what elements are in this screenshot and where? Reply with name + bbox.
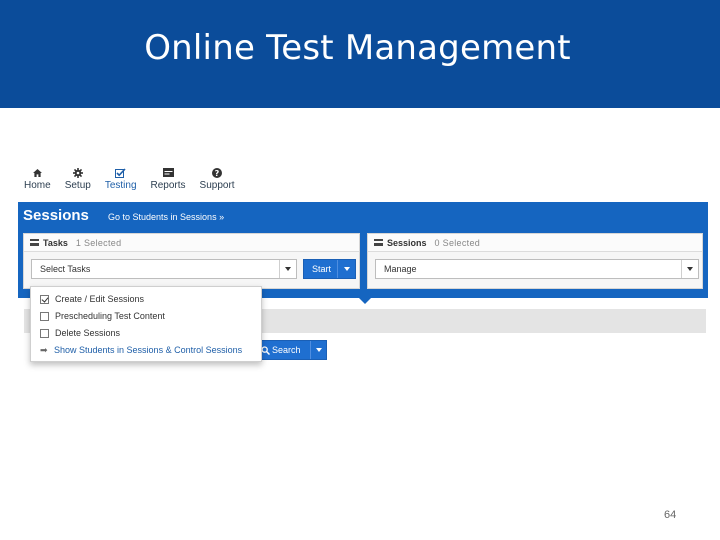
menu-item-delete-sessions[interactable]: Delete Sessions — [40, 326, 120, 340]
start-button[interactable]: Start — [303, 259, 356, 279]
nav-item-support[interactable]: ? Support — [200, 166, 235, 196]
tasks-label: Tasks — [43, 237, 68, 248]
panel-pointer — [357, 296, 373, 304]
menu-icon — [30, 239, 39, 246]
nav-label: Testing — [104, 180, 137, 191]
menu-item-create-edit-sessions[interactable]: Create / Edit Sessions — [40, 292, 144, 306]
manage-value: Manage — [384, 264, 417, 274]
top-nav: Home Setup Testing Reports ? Support — [24, 166, 249, 196]
sessions-card: Sessions 0 Selected Manage — [367, 233, 703, 289]
chevron-down-icon[interactable] — [337, 260, 355, 278]
nav-item-home[interactable]: Home — [24, 166, 51, 196]
tasks-card: Tasks 1 Selected Select Tasks Start — [23, 233, 360, 289]
nav-item-reports[interactable]: Reports — [151, 166, 186, 196]
gear-icon — [72, 166, 83, 179]
search-label-wrap: Search — [255, 345, 310, 355]
svg-text:?: ? — [215, 169, 220, 178]
tasks-dropdown-menu: Create / Edit Sessions Prescheduling Tes… — [30, 286, 262, 362]
select-tasks-dropdown[interactable]: Select Tasks — [31, 259, 297, 279]
sessions-card-header: Sessions 0 Selected — [368, 234, 702, 252]
search-label: Search — [272, 345, 301, 355]
sessions-panel: Sessions Go to Students in Sessions » Ta… — [18, 202, 708, 304]
checkbox-checked[interactable] — [40, 294, 49, 304]
search-icon — [261, 345, 270, 355]
go-to-students-link[interactable]: Go to Students in Sessions » — [108, 212, 224, 222]
search-button[interactable]: Search — [254, 340, 327, 360]
checkbox-unchecked[interactable] — [40, 311, 49, 321]
slide-title: Online Test Management — [144, 28, 571, 68]
checkbox-icon — [115, 166, 126, 179]
report-icon — [162, 166, 174, 179]
sessions-count: 0 Selected — [434, 237, 481, 248]
page-number: 64 — [664, 509, 677, 521]
nav-label: Setup — [64, 180, 91, 191]
start-label: Start — [312, 264, 332, 274]
sessions-card-label: Sessions — [387, 237, 427, 248]
nav-label: Reports — [150, 180, 186, 191]
nav-item-setup[interactable]: Setup — [65, 166, 91, 196]
menu-item-prescheduling[interactable]: Prescheduling Test Content — [40, 309, 165, 323]
menu-item-show-students[interactable]: ➡ Show Students in Sessions & Control Se… — [40, 343, 242, 357]
chevron-down-icon[interactable] — [310, 341, 326, 359]
slide: Online Test Management Home Setup Testin… — [0, 0, 720, 540]
manage-dropdown[interactable]: Manage — [375, 259, 699, 279]
menu-item-label: Delete Sessions — [55, 328, 121, 338]
help-icon: ? — [212, 166, 223, 179]
menu-item-label: Prescheduling Test Content — [55, 311, 165, 321]
nav-label: Support — [199, 180, 235, 191]
nav-item-testing[interactable]: Testing — [105, 166, 137, 196]
select-tasks-value: Select Tasks — [40, 264, 91, 274]
arrow-right-icon: ➡ — [40, 344, 48, 355]
nav-label: Home — [24, 180, 51, 191]
tasks-count: 1 Selected — [75, 237, 122, 248]
menu-item-label: Create / Edit Sessions — [55, 294, 145, 304]
menu-icon — [374, 239, 383, 246]
chevron-down-icon — [279, 260, 296, 278]
chevron-down-icon — [681, 260, 698, 278]
home-icon — [32, 166, 42, 179]
checkbox-unchecked[interactable] — [40, 328, 49, 338]
tasks-card-header: Tasks 1 Selected — [24, 234, 359, 252]
menu-item-label: Show Students in Sessions & Control Sess… — [54, 345, 243, 355]
sessions-title: Sessions — [23, 207, 89, 224]
